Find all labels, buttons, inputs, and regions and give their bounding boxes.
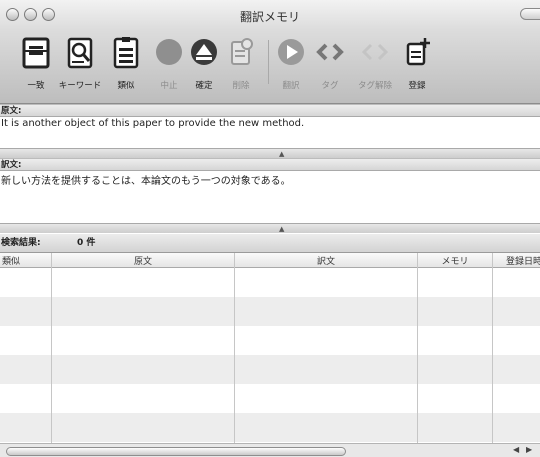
table-row[interactable] <box>0 384 540 413</box>
splitter-grip-icon: ▲ <box>279 150 285 158</box>
column-memory[interactable]: メモリ <box>418 254 492 267</box>
add-record-icon <box>406 38 430 66</box>
table-row[interactable] <box>0 297 540 326</box>
toolbar: 一致 キーワード 類似 中止 確定 削除 翻訳 タグ タグ解除 登録 <box>0 30 540 104</box>
table-row[interactable] <box>0 268 540 297</box>
search-results-label: 検索結果: <box>1 238 41 248</box>
scroll-left-arrow-icon[interactable]: ◀ <box>513 445 519 454</box>
column-divider <box>492 253 493 443</box>
column-divider <box>51 253 52 443</box>
column-divider <box>417 253 418 443</box>
toolbar-toggle-button[interactable] <box>520 8 540 20</box>
window-title: 翻訳メモリ <box>239 10 300 24</box>
search-results-bar: 検索結果: 0 件 <box>0 234 540 253</box>
column-similarity[interactable]: 類似 <box>2 254 20 267</box>
untag-brackets-icon <box>361 43 389 61</box>
splitter-grip-icon: ▲ <box>279 225 285 233</box>
source-header: 原文: <box>0 104 540 117</box>
table-row[interactable] <box>0 413 540 442</box>
delete-button[interactable]: 削除 <box>213 36 269 102</box>
source-text-area[interactable]: It is another object of this paper to pr… <box>0 117 540 150</box>
translation-text-area[interactable]: 新しい方法を提供することは、本論文のもう一つの対象である。 <box>0 171 540 223</box>
document-compare-icon <box>113 37 139 69</box>
column-source[interactable]: 原文 <box>52 254 234 267</box>
horizontal-scrollbar[interactable]: ◀ ▶ <box>0 443 540 457</box>
scrollbar-thumb[interactable] <box>6 447 346 456</box>
delete-record-icon <box>231 38 253 65</box>
register-label: 登録 <box>408 81 426 91</box>
column-translation[interactable]: 訳文 <box>235 254 417 267</box>
title-bar: 翻訳メモリ <box>0 0 540 30</box>
document-list-icon <box>22 37 50 69</box>
source-splitter[interactable]: ▲ <box>0 148 540 158</box>
search-results-count: 0 件 <box>77 238 96 248</box>
scroll-right-arrow-icon[interactable]: ▶ <box>526 445 532 454</box>
register-button[interactable]: 登録 <box>389 36 445 102</box>
table-row[interactable] <box>0 355 540 384</box>
column-registered-date[interactable]: 登録日時 <box>506 254 540 267</box>
translation-memory-window: 翻訳メモリ 一致 キーワード 類似 中止 確定 削除 翻訳 タグ タグ解除 登録… <box>0 0 540 457</box>
document-magnifier-icon <box>67 37 93 69</box>
results-table-body <box>0 268 540 443</box>
translation-splitter[interactable]: ▲ <box>0 223 540 233</box>
results-table-header: 類似 原文 訳文 メモリ 登録日時 <box>0 253 540 268</box>
column-divider <box>234 253 235 443</box>
tag-brackets-icon <box>316 43 344 61</box>
table-row[interactable] <box>0 326 540 355</box>
translation-header: 訳文: <box>0 158 540 171</box>
